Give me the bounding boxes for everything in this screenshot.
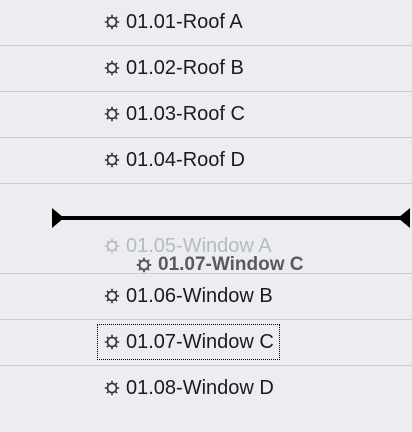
list-item-label: 01.07-Window C — [126, 330, 274, 353]
list-item[interactable]: 01.01-Roof A — [0, 0, 412, 46]
list-item[interactable]: 01.03-Roof C — [0, 92, 412, 138]
list-item-content[interactable]: 01.04-Roof D — [100, 145, 251, 175]
list-item-label: 01.06-Window B — [126, 284, 273, 307]
list-item[interactable]: 01.04-Roof D — [0, 138, 412, 184]
gear-icon — [104, 14, 120, 30]
list-item-content[interactable]: 01.01-Roof A — [100, 7, 249, 37]
list-item-content[interactable]: 01.02-Roof B — [100, 53, 250, 83]
item-list: 01.01-Roof A 01.02-Roof B 01.03-Roof C 0… — [0, 0, 412, 432]
list-item-label: 01.08-Window D — [126, 376, 274, 399]
drop-indicator-line — [52, 216, 408, 220]
gear-icon — [104, 238, 120, 254]
list-item-content[interactable]: 01.06-Window B — [100, 281, 279, 311]
list-item-content-focused[interactable]: 01.07-Window C — [97, 324, 280, 360]
list-item-content[interactable]: 01.08-Window D — [100, 373, 280, 403]
drop-indicator-left-arrow-icon — [52, 208, 64, 228]
gear-icon — [104, 288, 120, 304]
list-item[interactable]: 01.02-Roof B — [0, 46, 412, 92]
gear-icon — [136, 257, 152, 273]
list-item-content[interactable]: 01.03-Roof C — [100, 99, 251, 129]
list-item-label: 01.03-Roof C — [126, 102, 245, 125]
list-item[interactable]: 01.07-Window C — [0, 320, 412, 366]
gear-icon — [104, 334, 120, 350]
list-item-label: 01.04-Roof D — [126, 148, 245, 171]
list-item[interactable]: 01.08-Window D — [0, 366, 412, 432]
list-item[interactable]: 01.06-Window B — [0, 274, 412, 320]
gear-icon — [104, 380, 120, 396]
drag-ghost-label: 01.07-Window C — [158, 254, 304, 275]
list-item-label: 01.02-Roof B — [126, 56, 244, 79]
list-item-label: 01.01-Roof A — [126, 10, 243, 33]
gear-icon — [104, 106, 120, 122]
drag-ghost[interactable]: 01.07-Window C — [136, 254, 304, 276]
drop-indicator-right-arrow-icon — [398, 208, 410, 228]
gear-icon — [104, 60, 120, 76]
gear-icon — [104, 152, 120, 168]
